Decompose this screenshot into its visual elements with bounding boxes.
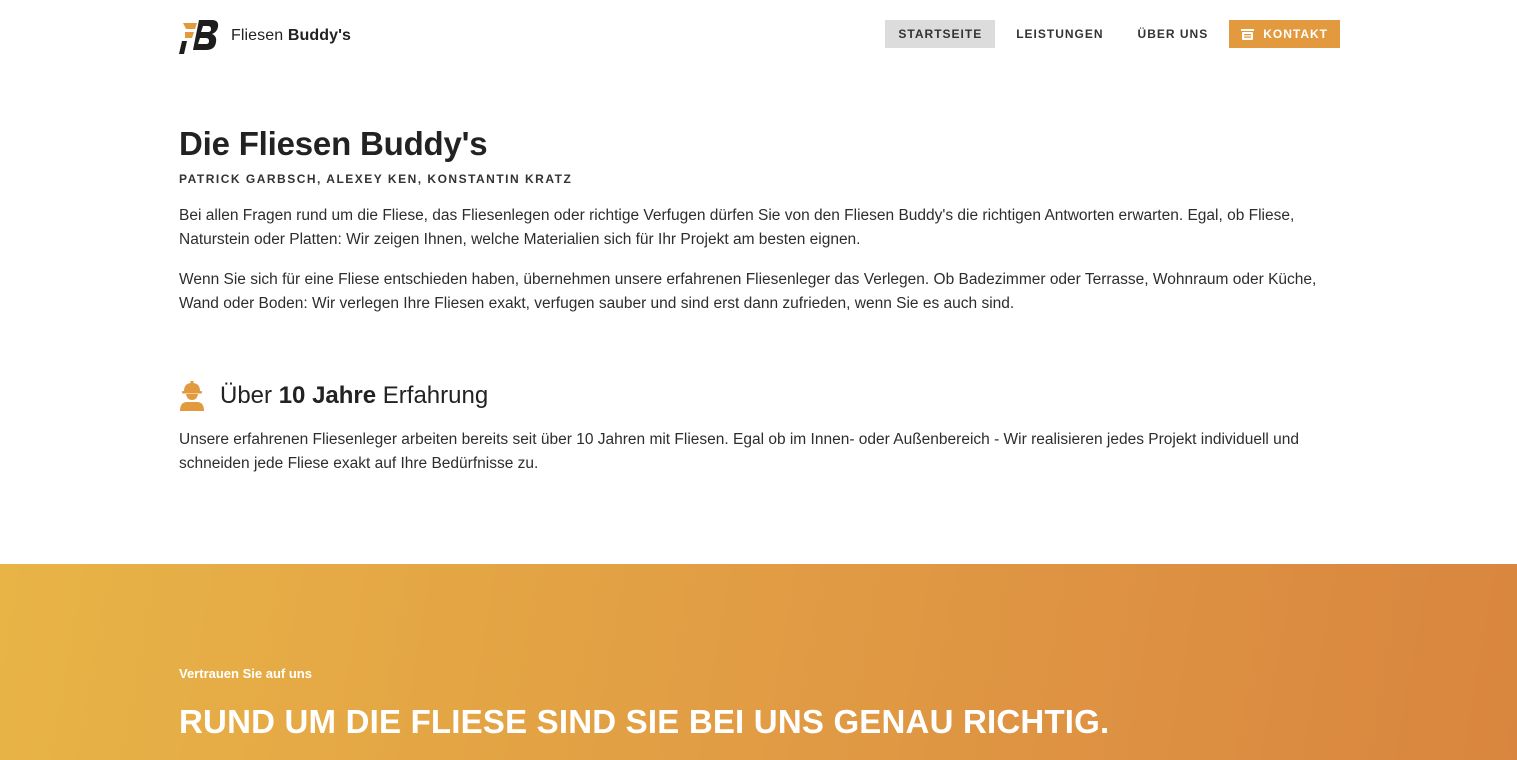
nav-kontakt-label: KONTAKT <box>1263 27 1328 41</box>
trust-banner: Vertrauen Sie auf uns RUND UM DIE FLIESE… <box>0 564 1517 760</box>
experience-title: Über 10 Jahre Erfahrung <box>220 382 488 410</box>
nav-item-ueber-uns[interactable]: ÜBER UNS <box>1125 20 1222 48</box>
page-subtitle: PATRICK GARBSCH, ALEXEY KEN, KONSTANTIN … <box>179 172 573 186</box>
brand-name: Fliesen Buddy's <box>231 27 351 45</box>
experience-section: Über 10 Jahre Erfahrung Unsere erfahrene… <box>179 378 1340 476</box>
intro-paragraph: Wenn Sie sich für eine Fliese entschiede… <box>179 271 1317 312</box>
nav-item-leistungen[interactable]: LEISTUNGEN <box>1003 20 1116 48</box>
brand-name-regular: Fliesen <box>231 27 284 44</box>
main-nav: STARTSEITE LEISTUNGEN ÜBER UNS KONTAKT <box>877 20 1340 48</box>
banner-content: Vertrauen Sie auf uns RUND UM DIE FLIESE… <box>179 666 1109 741</box>
cart-icon <box>1241 28 1255 40</box>
construction-worker-icon <box>179 381 205 411</box>
nav-item-startseite[interactable]: STARTSEITE <box>885 20 996 48</box>
page: Fliesen Buddy's STARTSEITE LEISTUNGEN ÜB… <box>0 0 1517 760</box>
intro-paragraph: Bei allen Fragen rund um die Fliese, das… <box>179 207 1295 248</box>
nav-kontakt-button[interactable]: KONTAKT <box>1229 20 1340 48</box>
page-title: Die Fliesen Buddy's <box>179 125 488 162</box>
experience-title-bold: 10 Jahre <box>278 382 377 409</box>
experience-title-prefix: Über <box>220 382 273 409</box>
brand-link[interactable]: Fliesen Buddy's <box>179 16 351 56</box>
experience-text: Unsere erfahrenen Fliesenleger arbeiten … <box>179 431 1300 472</box>
banner-title: RUND UM DIE FLIESE SIND SIE BEI UNS GENA… <box>179 703 1110 740</box>
experience-title-suffix: Erfahrung <box>382 382 489 409</box>
site-header: Fliesen Buddy's STARTSEITE LEISTUNGEN ÜB… <box>179 14 1340 58</box>
intro-section: Die Fliesen Buddy's PATRICK GARBSCH, ALE… <box>179 122 1340 316</box>
banner-kicker: Vertrauen Sie auf uns <box>179 666 312 681</box>
experience-heading: Über 10 Jahre Erfahrung <box>179 378 1340 414</box>
fb-logo-icon <box>179 16 220 56</box>
brand-name-bold: Buddy's <box>287 27 352 44</box>
